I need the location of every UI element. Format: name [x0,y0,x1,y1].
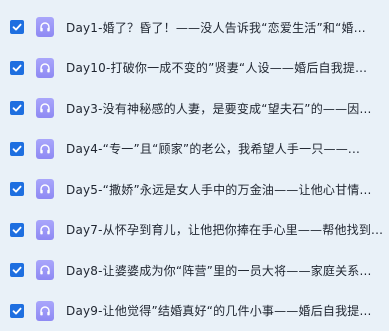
headphones-icon [36,58,54,78]
list-item[interactable]: Day10-打破你一成不变的”贤妻“人设——婚后自我提... [0,48,389,89]
episode-title[interactable]: Day7-从怀孕到育儿，让他把你捧在手心里——帮他找到... [66,221,389,238]
checkbox-checked-icon[interactable] [10,61,24,75]
list-item[interactable]: Day9-让他觉得”结婚真好“的几件小事——婚后自我提... [0,291,389,331]
checkbox-checked-icon[interactable] [10,263,24,277]
list-item[interactable]: Day7-从怀孕到育儿，让他把你捧在手心里——帮他找到... [0,210,389,251]
checkbox-checked-icon[interactable] [10,304,24,318]
checkbox-checked-icon[interactable] [10,101,24,115]
episode-title[interactable]: Day9-让他觉得”结婚真好“的几件小事——婚后自我提... [66,302,389,319]
list-item[interactable]: Day4-“专一”且“顾家”的老公，我希望人手一只——... [0,129,389,170]
episode-title[interactable]: Day10-打破你一成不变的”贤妻“人设——婚后自我提... [66,59,389,76]
checkbox-checked-icon[interactable] [10,223,24,237]
episode-list: Day1-婚了？昏了！——没人告诉我“恋爱生活”和“婚... Day10-打破你… [0,0,389,328]
list-item[interactable]: Day3-没有神秘感的人妻，是要变成“望夫石”的——因... [0,88,389,129]
checkbox-checked-icon[interactable] [10,20,24,34]
list-item[interactable]: Day1-婚了？昏了！——没人告诉我“恋爱生活”和“婚... [0,7,389,48]
headphones-icon [36,260,54,280]
headphones-icon [36,179,54,199]
headphones-icon [36,301,54,321]
episode-title[interactable]: Day5-“撒娇”永远是女人手中的万金油——让他心甘情... [66,181,389,198]
checkbox-checked-icon[interactable] [10,182,24,196]
episode-title[interactable]: Day3-没有神秘感的人妻，是要变成“望夫石”的——因... [66,100,389,117]
headphones-icon [36,220,54,240]
episode-title[interactable]: Day8-让婆婆成为你“阵营”里的一员大将——家庭关系... [66,262,389,279]
headphones-icon [36,17,54,37]
list-item[interactable]: Day5-“撒娇”永远是女人手中的万金油——让他心甘情... [0,169,389,210]
headphones-icon [36,139,54,159]
checkbox-checked-icon[interactable] [10,142,24,156]
episode-title[interactable]: Day4-“专一”且“顾家”的老公，我希望人手一只——... [66,140,389,157]
episode-title[interactable]: Day1-婚了？昏了！——没人告诉我“恋爱生活”和“婚... [66,19,389,36]
list-item[interactable]: Day8-让婆婆成为你“阵营”里的一员大将——家庭关系... [0,250,389,291]
headphones-icon [36,98,54,118]
